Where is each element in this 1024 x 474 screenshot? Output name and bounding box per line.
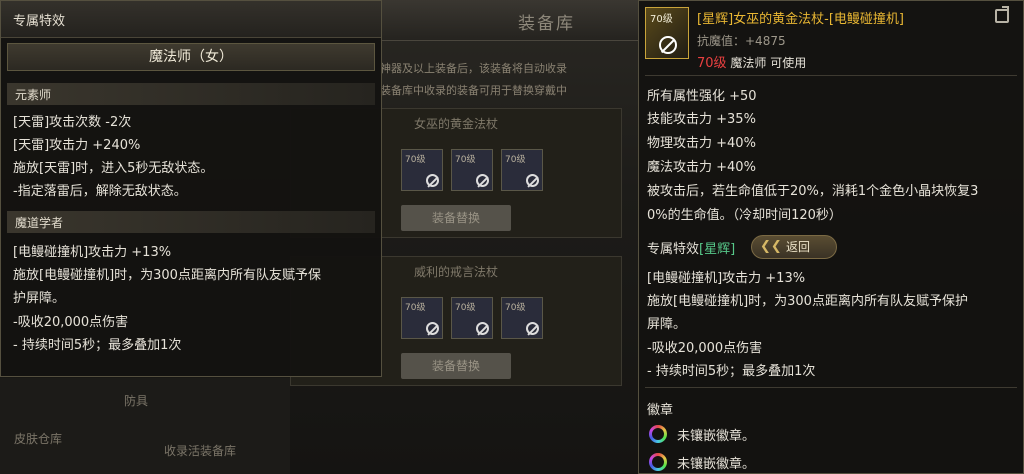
equipment-slot[interactable]: 70级	[501, 149, 543, 191]
effect-line: -指定落雷后，解除无敌状态。	[13, 184, 187, 199]
emblem-slot-text: 未镶嵌徽章。	[677, 429, 756, 444]
divider	[645, 387, 1017, 388]
return-label: 返回	[786, 240, 811, 254]
subclass-title: 元素师	[15, 88, 52, 102]
special-effect-label: 专属特效	[647, 242, 700, 257]
window-title: 装备库	[518, 14, 575, 34]
effect-line: 屏障。	[647, 317, 687, 332]
effect-line: 施放[天雷]时，进入5秒无敌状态。	[13, 161, 214, 176]
sidebar-item-skin-storage[interactable]: 皮肤仓库	[14, 430, 62, 447]
section-header: 元素师	[7, 83, 375, 105]
stat-line: 物理攻击力 +40%	[647, 136, 756, 151]
effect-line: [电鳗碰撞机]攻击力 +13%	[13, 245, 172, 260]
unusable-icon	[426, 174, 439, 187]
tooltip-header: 专属特效	[1, 1, 381, 38]
divider	[645, 75, 1017, 76]
stat-line: 被攻击后，若生命值低于20%，消耗1个金色小晶块恢复3	[647, 184, 979, 199]
section-header: 魔道学者	[7, 211, 375, 233]
item-tooltip: 70级 [星辉]女巫的黄金法杖-[电鳗碰撞机] 抗魔值：+4875 70级 魔法…	[638, 0, 1024, 474]
effect-line: -吸收20,000点伤害	[647, 341, 763, 356]
emblem-title: 徽章	[647, 403, 674, 418]
emblem-socket-icon	[649, 453, 667, 471]
unusable-icon	[526, 174, 539, 187]
equipment-slot[interactable]: 70级	[401, 149, 443, 191]
effect-line: - 持续时间5秒；最多叠加1次	[647, 364, 816, 379]
unusable-icon	[526, 322, 539, 335]
effect-line: [天雷]攻击次数 -2次	[13, 115, 132, 130]
emblem-slot-text: 未镶嵌徽章。	[677, 457, 756, 472]
effect-line: -吸收20,000点伤害	[13, 315, 129, 330]
effect-line: 施放[电鳗碰撞机]时，为300点距离内所有队友赋予保护	[647, 294, 968, 309]
equipment-slot[interactable]: 70级	[451, 297, 493, 339]
special-effect-header: 专属特效[星辉]	[647, 238, 735, 257]
item-name: [星辉]女巫的黄金法杖-[电鳗碰撞机]	[697, 12, 904, 27]
stat-line: 技能攻击力 +35%	[647, 112, 756, 127]
item-level-label: 70级	[650, 14, 673, 25]
sidebar-item-collection[interactable]: 收录活装备库	[164, 442, 236, 459]
effect-line: - 持续时间5秒；最多叠加1次	[13, 338, 182, 353]
equipment-slot[interactable]: 70级	[401, 297, 443, 339]
equipment-slot[interactable]: 70级	[501, 297, 543, 339]
emblem-socket-icon	[649, 425, 667, 443]
stat-line: 魔法攻击力 +40%	[647, 160, 756, 175]
magic-resist-value: 抗魔值：+4875	[697, 34, 786, 48]
class-name-bar: 魔法师（女）	[7, 43, 375, 71]
tooltip-title: 专属特效	[13, 14, 66, 29]
effect-line: 施放[电鳗碰撞机]时，为300点距离内所有队友赋予保	[13, 268, 321, 283]
effect-line: [天雷]攻击力 +240%	[13, 138, 141, 153]
return-button[interactable]: ❮❮ 返回	[751, 235, 837, 259]
special-effect-tag: [星辉]	[699, 242, 736, 257]
info-text: 神器及以上装备后，该装备将自动收录	[380, 62, 567, 75]
unusable-icon	[659, 36, 677, 54]
info-text: 装备库中收录的装备可用于替换穿戴中	[380, 84, 567, 97]
stat-line: 所有属性强化 +50	[647, 89, 757, 104]
share-icon[interactable]	[995, 6, 1009, 23]
library-sidebar: 防具 皮肤仓库 收录活装备库	[0, 378, 290, 474]
swap-equipment-button[interactable]: 装备替换	[401, 205, 511, 231]
effect-line: [电鳗碰撞机]攻击力 +13%	[647, 271, 806, 286]
requirement: 70级 魔法师 可使用	[697, 52, 806, 71]
equipment-slot[interactable]: 70级	[451, 149, 493, 191]
double-chevron-left-icon: ❮❮	[760, 239, 782, 254]
stat-line: 0%的生命值。（冷却时间120秒）	[647, 208, 842, 223]
swap-equipment-button[interactable]: 装备替换	[401, 353, 511, 379]
subclass-title: 魔道学者	[15, 216, 64, 230]
exclusive-effect-tooltip: 专属特效 魔法师（女） 元素师 [天雷]攻击次数 -2次 [天雷]攻击力 +24…	[0, 0, 382, 377]
unusable-icon	[476, 174, 489, 187]
required-level: 70级	[697, 56, 727, 71]
unusable-icon	[476, 322, 489, 335]
effect-line: 护屏障。	[13, 291, 66, 306]
required-class: 魔法师 可使用	[730, 56, 807, 70]
item-icon: 70级	[645, 7, 689, 59]
window-header	[378, 0, 640, 41]
unusable-icon	[426, 322, 439, 335]
sidebar-item-armor[interactable]: 防具	[124, 392, 148, 409]
